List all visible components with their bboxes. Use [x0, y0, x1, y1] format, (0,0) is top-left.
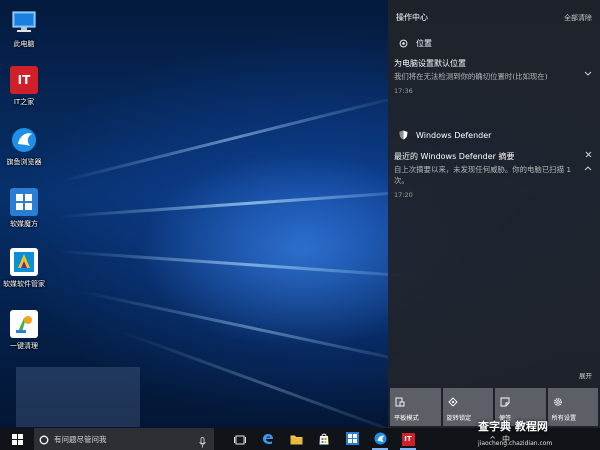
- windows-logo-icon: [11, 430, 23, 449]
- rubik-cube-icon: [10, 188, 38, 216]
- cleanup-icon: [10, 310, 38, 338]
- ithome-icon: IT: [401, 432, 415, 446]
- browser-icon: [10, 126, 38, 154]
- note-icon: [500, 392, 510, 407]
- notification-time: 17:36: [394, 87, 413, 95]
- action-center-title: 操作中心: [396, 13, 428, 22]
- notification-group-location[interactable]: 位置: [398, 38, 432, 49]
- quick-action-all-settings[interactable]: 所有设置: [547, 388, 598, 426]
- tablet-mode-icon: [395, 392, 405, 407]
- start-button[interactable]: [0, 428, 34, 450]
- taskbar-browser[interactable]: [366, 428, 394, 450]
- watermark-url: jiaocheng.chazidian.com: [478, 440, 553, 447]
- quick-action-label: 平板模式: [394, 415, 419, 422]
- watermark-text: 查字典 教程网: [478, 420, 548, 433]
- desktop-icon-cleanup[interactable]: 一键清理: [0, 310, 48, 351]
- wallpaper-light-beam: [59, 92, 410, 183]
- notification-group-defender[interactable]: Windows Defender: [398, 130, 491, 140]
- desktop-icon-label: 此电脑: [13, 40, 35, 48]
- edge-icon: [262, 430, 274, 449]
- taskbar-ithome[interactable]: IT: [394, 428, 422, 450]
- close-icon[interactable]: [585, 151, 592, 160]
- desktop-icon-label: 软媒魔方: [10, 220, 38, 228]
- wallpaper-light-beam: [119, 330, 422, 428]
- desktop-icon-software-manager[interactable]: 软媒软件管家: [0, 248, 48, 289]
- notification-title: 最近的 Windows Defender 摘要: [394, 152, 515, 161]
- taskbar-file-explorer[interactable]: [282, 428, 310, 450]
- group-title: Windows Defender: [416, 130, 492, 140]
- desktop-icon-rubik[interactable]: 软媒魔方: [0, 188, 48, 229]
- taskbar-rubik-cube[interactable]: [338, 428, 366, 450]
- taskbar-task-view[interactable]: [226, 428, 254, 450]
- microphone-icon[interactable]: [199, 433, 206, 450]
- desktop-icon-browser[interactable]: 旗鱼浏览器: [0, 126, 48, 167]
- chevron-up-icon[interactable]: [584, 164, 592, 173]
- settings-gear-icon: [553, 392, 563, 406]
- group-title: 位置: [416, 39, 432, 48]
- expand-button[interactable]: 展开: [579, 370, 592, 380]
- computer-icon: [10, 8, 38, 36]
- shield-icon: [398, 130, 408, 140]
- search-placeholder: 有问题尽管问我: [54, 434, 107, 444]
- rotation-lock-icon: [447, 392, 458, 407]
- location-icon: [398, 39, 408, 49]
- taskbar-store[interactable]: [310, 428, 338, 450]
- rubik-cube-icon: [345, 430, 359, 449]
- quick-action-tablet-mode[interactable]: 平板模式: [390, 388, 441, 426]
- desktop-icon-label: 旗鱼浏览器: [6, 158, 42, 166]
- cortana-search-box[interactable]: 有问题尽管问我: [34, 428, 214, 450]
- notification-body: 自上次摘要以来，未发现任何威胁。你的电脑已扫描 1 次。: [394, 165, 572, 185]
- quick-action-label: 所有设置: [551, 415, 577, 422]
- notification-body: 我们将在无法检测到你的确切位置时(比如现在): [394, 72, 548, 81]
- notification-item[interactable]: 为电脑设置默认位置 我们将在无法检测到你的确切位置时(比如现在) 17:36: [394, 58, 596, 95]
- quick-action-label: 旋转锁定: [446, 415, 472, 422]
- desktop-icon-label: 软媒软件管家: [3, 280, 45, 288]
- cortana-circle-icon: [39, 430, 49, 449]
- action-center-panel: 操作中心 全部清除 位置 为电脑设置默认位置 我们将在无法检测到你的确切位置时(…: [388, 0, 600, 428]
- software-manager-icon: [10, 248, 38, 276]
- store-icon: [318, 430, 330, 449]
- browser-icon: [374, 430, 387, 449]
- desktop-icon-label: IT之家: [13, 98, 35, 106]
- wallpaper-light-beam: [59, 250, 440, 280]
- desktop-icon-label: 一键清理: [10, 342, 38, 350]
- clear-all-button[interactable]: 全部清除: [564, 13, 592, 23]
- desktop-blank-window: [16, 367, 140, 427]
- wallpaper-light-beam: [79, 290, 433, 368]
- folder-icon: [290, 430, 303, 449]
- taskbar-edge[interactable]: [254, 428, 282, 450]
- notification-time: 17:20: [394, 191, 413, 199]
- wallpaper-light-beam: [59, 188, 440, 218]
- ithome-icon: IT: [10, 66, 38, 94]
- desktop-icon-ithome[interactable]: IT IT之家: [0, 66, 48, 107]
- chevron-down-icon[interactable]: [584, 70, 592, 79]
- notification-item[interactable]: 最近的 Windows Defender 摘要 自上次摘要以来，未发现任何威胁。…: [394, 151, 596, 199]
- task-view-icon: [234, 430, 246, 449]
- notification-title: 为电脑设置默认位置: [394, 59, 466, 68]
- desktop-icon-this-pc[interactable]: 此电脑: [0, 8, 48, 49]
